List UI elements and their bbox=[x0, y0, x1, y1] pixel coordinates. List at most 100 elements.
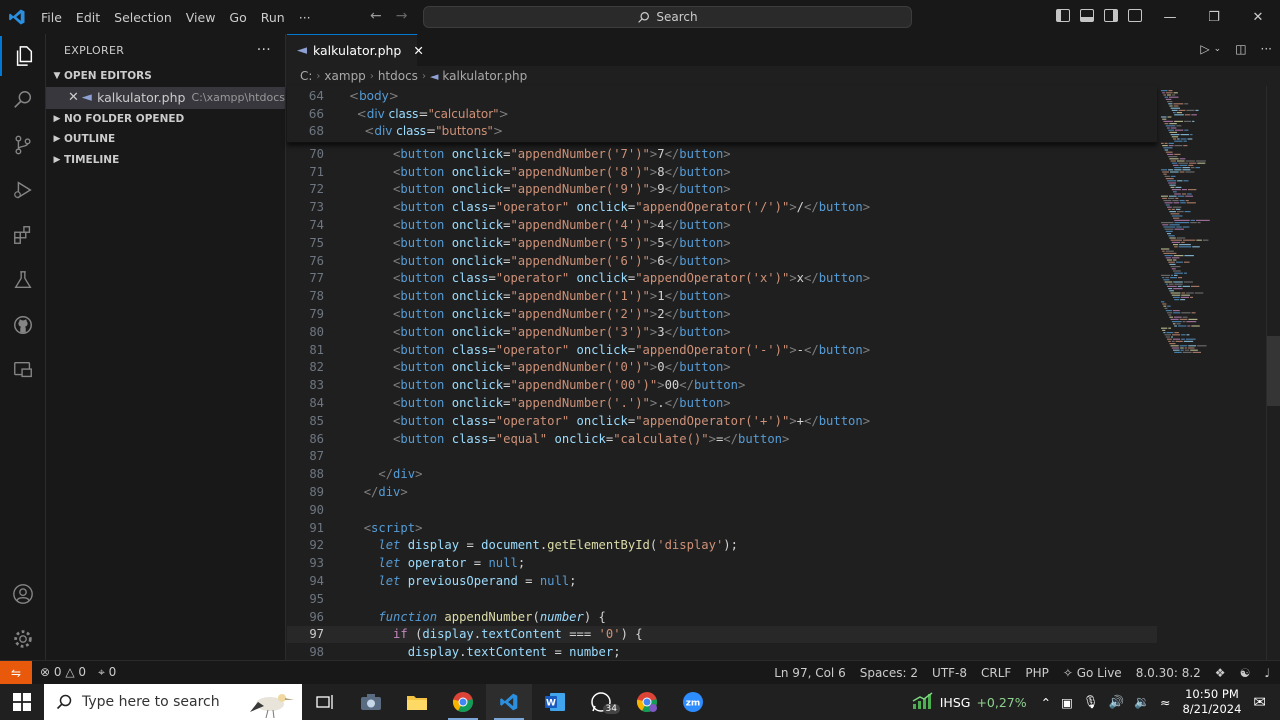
microphone-icon[interactable]: 🎙 bbox=[1083, 694, 1099, 710]
code-line[interactable]: 84 <button onclick="appendNumber('.')">.… bbox=[287, 394, 1157, 412]
code-line[interactable]: 91 <script> bbox=[287, 519, 1157, 537]
word-icon[interactable]: W bbox=[532, 684, 578, 720]
meet-now-icon[interactable]: ▣ bbox=[1061, 695, 1073, 710]
code-line[interactable]: 80 <button onclick="appendNumber('3')">3… bbox=[287, 323, 1157, 341]
code-line[interactable]: 96 function appendNumber(number) { bbox=[287, 608, 1157, 626]
wifi-icon[interactable]: ≈ bbox=[1160, 695, 1170, 710]
whatsapp-icon[interactable]: 34 bbox=[578, 684, 624, 720]
vertical-scrollbar[interactable] bbox=[1266, 86, 1280, 660]
code-line[interactable]: 74 <button onclick="appendNumber('4')">4… bbox=[287, 216, 1157, 234]
speaker-icon[interactable]: 🔊 bbox=[1109, 694, 1125, 710]
code-line[interactable]: 70 <button onclick="appendNumber('7')">7… bbox=[287, 145, 1157, 163]
windows-start-icon[interactable] bbox=[0, 684, 44, 720]
restore-icon[interactable]: ❐ bbox=[1192, 0, 1236, 34]
code-line[interactable]: 64 <body> bbox=[287, 87, 1157, 105]
code-line[interactable]: 81 <button class="operator" onclick="app… bbox=[287, 341, 1157, 359]
code-line[interactable]: 92 let display = document.getElementById… bbox=[287, 537, 1157, 555]
go-live-button[interactable]: ✧ Go Live bbox=[1063, 666, 1122, 680]
code-line[interactable]: 83 <button onclick="appendNumber('00')">… bbox=[287, 376, 1157, 394]
code-line[interactable]: 86 <button class="equal" onclick="calcul… bbox=[287, 430, 1157, 448]
menu-selection[interactable]: Selection bbox=[107, 10, 179, 25]
editor-more-icon[interactable]: ··· bbox=[1261, 42, 1272, 56]
code-editor[interactable]: 70 <button onclick="appendNumber('7')">7… bbox=[287, 86, 1157, 660]
code-line[interactable]: 68 <div class="buttons"> bbox=[287, 123, 1157, 141]
zoom-icon[interactable]: zm bbox=[670, 684, 716, 720]
task-view-icon[interactable] bbox=[302, 684, 348, 720]
breadcrumb-item[interactable]: xampp bbox=[324, 69, 365, 83]
minimize-icon[interactable]: — bbox=[1148, 0, 1192, 34]
code-line[interactable]: 94 let previousOperand = null; bbox=[287, 572, 1157, 590]
minimap[interactable] bbox=[1161, 86, 1266, 660]
code-line[interactable]: 73 <button class="operator" onclick="app… bbox=[287, 198, 1157, 216]
menu-more[interactable]: ··· bbox=[292, 10, 318, 25]
timeline-section[interactable]: ▶ TIMELINE bbox=[46, 150, 285, 171]
testing-icon[interactable] bbox=[0, 260, 46, 300]
settings-gear-icon[interactable] bbox=[0, 619, 46, 659]
more-actions-icon[interactable]: ··· bbox=[257, 42, 271, 58]
close-editor-icon[interactable]: ✕ bbox=[68, 90, 82, 105]
encoding[interactable]: UTF-8 bbox=[932, 666, 967, 680]
breadcrumb-item[interactable]: kalkulator.php bbox=[442, 69, 527, 83]
cursor-position[interactable]: Ln 97, Col 6 bbox=[774, 666, 846, 680]
menu-go[interactable]: Go bbox=[222, 10, 253, 25]
forward-arrow-icon[interactable]: → bbox=[396, 8, 408, 24]
explorer-icon[interactable] bbox=[0, 36, 46, 76]
toggle-panel-icon[interactable] bbox=[1080, 9, 1094, 22]
code-line[interactable]: 89 </div> bbox=[287, 483, 1157, 501]
code-line[interactable]: 97 if (display.textContent === '0') { bbox=[287, 625, 1157, 644]
notifications-bell-icon[interactable]: ♩ bbox=[1264, 666, 1270, 680]
notification-center-icon[interactable]: ✉ bbox=[1253, 693, 1266, 711]
accounts-icon[interactable] bbox=[0, 574, 46, 614]
open-editor-item[interactable]: ✕ ◄ kalkulator.php C:\xampp\htdocs bbox=[46, 86, 285, 109]
no-folder-section[interactable]: ▶ NO FOLDER OPENED bbox=[46, 109, 285, 130]
run-dropdown-chevron-icon[interactable]: ⌄ bbox=[1214, 44, 1222, 56]
camera-app-icon[interactable] bbox=[348, 684, 394, 720]
tab-kalkulator-php[interactable]: ◄ kalkulator.php ✕ bbox=[287, 34, 424, 66]
code-line[interactable]: 76 <button onclick="appendNumber('6')">6… bbox=[287, 252, 1157, 270]
code-line[interactable]: 90 bbox=[287, 501, 1157, 519]
code-line[interactable]: 66 <div class="calculator"> bbox=[287, 105, 1157, 123]
code-line[interactable]: 71 <button onclick="appendNumber('8')">8… bbox=[287, 163, 1157, 181]
code-line[interactable]: 98 display.textContent = number; bbox=[287, 643, 1157, 661]
show-hidden-icons-chevron-icon[interactable]: ⌃ bbox=[1041, 695, 1051, 710]
php-version[interactable]: 8.0.30: 8.2 bbox=[1136, 666, 1201, 680]
close-window-icon[interactable]: ✕ bbox=[1236, 0, 1280, 34]
code-line[interactable]: 72 <button onclick="appendNumber('9')">9… bbox=[287, 181, 1157, 199]
menu-run[interactable]: Run bbox=[254, 10, 292, 25]
menu-edit[interactable]: Edit bbox=[69, 10, 107, 25]
code-line[interactable]: 77 <button class="operator" onclick="app… bbox=[287, 270, 1157, 288]
code-line[interactable]: 88 </div> bbox=[287, 465, 1157, 483]
code-line[interactable]: 75 <button onclick="appendNumber('5')">5… bbox=[287, 234, 1157, 252]
chrome-icon[interactable] bbox=[440, 684, 486, 720]
indentation[interactable]: Spaces: 2 bbox=[860, 666, 918, 680]
language-mode[interactable]: PHP bbox=[1025, 666, 1049, 680]
code-line[interactable]: 85 <button class="operator" onclick="app… bbox=[287, 412, 1157, 430]
back-arrow-icon[interactable]: ← bbox=[370, 8, 382, 24]
toggle-secondary-sidebar-icon[interactable] bbox=[1104, 9, 1118, 22]
code-line[interactable]: 78 <button onclick="appendNumber('1')">1… bbox=[287, 287, 1157, 305]
code-line[interactable]: 82 <button onclick="appendNumber('0')">0… bbox=[287, 359, 1157, 377]
stock-chart-icon[interactable] bbox=[912, 691, 934, 713]
ports-indicator[interactable]: ⌖ 0 bbox=[98, 665, 116, 680]
stock-name[interactable]: IHSG bbox=[940, 695, 971, 710]
source-control-icon[interactable] bbox=[0, 125, 46, 165]
menu-file[interactable]: File bbox=[34, 10, 69, 25]
sticky-scroll[interactable]: 64 <body> 66 <div class="calculator"> 68 <d… bbox=[287, 86, 1157, 143]
command-center-search[interactable]: Search bbox=[423, 6, 912, 28]
close-tab-icon[interactable]: ✕ bbox=[413, 43, 423, 58]
extensions-icon[interactable] bbox=[0, 215, 46, 255]
customize-layout-icon[interactable] bbox=[1128, 9, 1142, 22]
run-file-icon[interactable]: ▷ bbox=[1200, 42, 1209, 56]
code-line[interactable]: 93 let operator = null; bbox=[287, 554, 1157, 572]
scrollbar-thumb[interactable] bbox=[1267, 336, 1280, 406]
vscode-taskbar-icon[interactable] bbox=[486, 684, 532, 720]
toggle-sidebar-icon[interactable] bbox=[1056, 9, 1070, 22]
menu-view[interactable]: View bbox=[179, 10, 223, 25]
open-editors-section[interactable]: ▼ OPEN EDITORS bbox=[46, 66, 285, 87]
code-line[interactable]: 87 bbox=[287, 448, 1157, 466]
remote-explorer-icon[interactable] bbox=[0, 350, 46, 390]
taskbar-search-box[interactable]: Type here to search bbox=[44, 684, 302, 720]
file-explorer-icon[interactable] bbox=[394, 684, 440, 720]
clock[interactable]: 10:50 PM 8/21/2024 bbox=[1182, 687, 1241, 717]
github-icon[interactable] bbox=[0, 305, 46, 345]
